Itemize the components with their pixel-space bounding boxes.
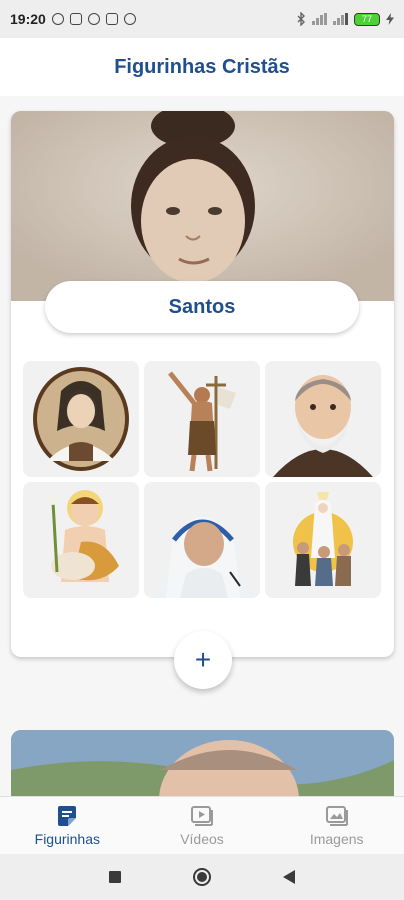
gallery-notification-icon [69,13,82,25]
status-left: 19:20 [10,11,136,27]
calendar-icon [105,13,118,25]
sticker-tile[interactable] [23,361,139,477]
signal-2-icon [333,13,348,25]
category-cover-image[interactable] [11,111,394,301]
our-lady-of-fatima-sticker-icon [293,492,353,586]
padre-pio-sticker-icon [273,375,373,477]
alarm-icon [51,13,64,25]
nav-item-videos[interactable]: Vídeos [135,797,270,855]
system-navigation-bar [0,854,404,900]
john-the-baptist-sticker-icon [168,371,236,472]
sticker-tile[interactable] [265,482,381,598]
battery-level: 77 [361,14,372,24]
add-sticker-button[interactable]: + [174,631,232,689]
nav-item-figurinhas[interactable]: Figurinhas [0,797,135,855]
app-title: Figurinhas Cristãs [114,55,290,78]
sticker-tile[interactable] [23,482,139,598]
instagram-icon [87,13,100,25]
bottom-navigation: Figurinhas Vídeos Imagens [0,796,404,855]
mother-teresa-sticker-icon [150,517,254,598]
sticker-tile[interactable] [144,482,260,598]
category-card-santos: Santos + [11,111,394,689]
next-category-cover-image [11,730,394,796]
nav-label: Figurinhas [34,831,101,847]
signal-icon [312,13,327,25]
status-time: 19:20 [10,11,46,27]
sticker-icon [58,806,77,826]
recents-button-icon[interactable] [108,870,122,884]
section-title: Santos [168,295,236,318]
sticker-tile[interactable] [265,361,381,477]
image-icon [325,806,348,826]
sticker-grid [23,361,383,598]
content-area[interactable]: Santos + [0,96,404,796]
app-bar: Figurinhas Cristãs [0,38,404,96]
home-button-icon[interactable] [192,867,212,887]
nav-label: Vídeos [180,831,224,847]
nav-label: Imagens [309,831,364,847]
next-category-card[interactable] [11,730,394,796]
status-bar: 19:20 77 [0,0,404,38]
saint-therese-sticker-icon [33,367,129,471]
sticker-tile[interactable] [144,361,260,477]
child-saint-lamb-sticker-icon [48,490,119,582]
battery-icon: 77 [354,12,380,26]
plus-icon: + [194,644,212,675]
back-button-icon[interactable] [282,869,296,885]
app-notification-icon [123,13,136,25]
nav-item-imagens[interactable]: Imagens [269,797,404,855]
video-icon [191,806,213,826]
portrait-photo [11,111,394,301]
charging-icon [386,13,394,25]
bluetooth-icon [297,12,305,26]
section-title-pill[interactable]: Santos [45,281,359,333]
status-right: 77 [296,12,394,26]
